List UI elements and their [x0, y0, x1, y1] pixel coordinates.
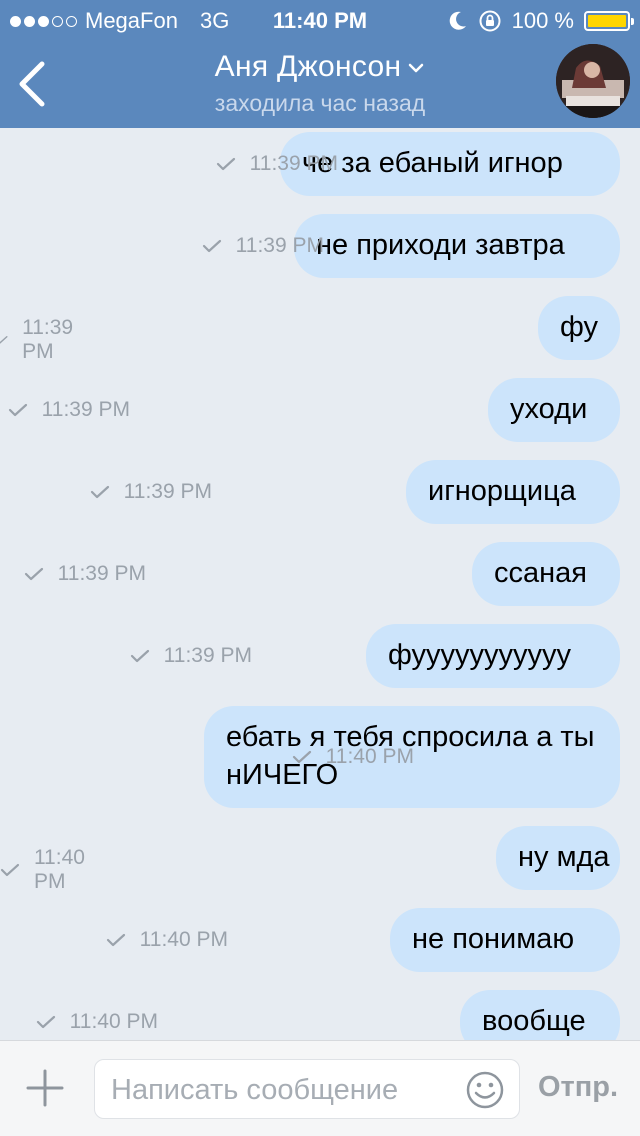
message-meta: 11:40 PM [0, 846, 122, 894]
message-time: 11:39 PM [249, 152, 338, 175]
chat-screen: MegaFon 3G 11:40 PM 100 % Аня Джонсон за… [0, 0, 640, 1136]
moon-icon [449, 11, 466, 30]
last-seen-status: заходила час назад [214, 90, 426, 116]
message-time: 11:39 PM [57, 562, 146, 585]
status-right: 100 % [448, 8, 634, 34]
message-bubble[interactable]: не приходи завтра [294, 214, 620, 278]
message-meta: 11:40 PM [106, 928, 228, 952]
plus-icon[interactable] [26, 1069, 64, 1107]
message-input-field[interactable] [94, 1059, 520, 1119]
message-meta: 11:39 PM [24, 562, 146, 586]
message-time: 11:39 PM [235, 234, 324, 257]
checkmark-icon [0, 336, 8, 344]
send-button[interactable]: Отпр. [538, 1071, 618, 1104]
smile-icon[interactable] [465, 1070, 505, 1110]
checkmark-icon [36, 1015, 55, 1029]
message-time: 11:40 PM [325, 745, 414, 768]
avatar-image [556, 44, 630, 118]
message-bubble[interactable]: не понимаю [390, 908, 620, 972]
message-meta: 11:39 PM [90, 480, 212, 504]
message-time: 11:40 PM [33, 846, 85, 893]
message-time: 11:39 PM [41, 398, 130, 421]
message-meta: 11:40 PM [292, 745, 414, 769]
checkmark-icon [0, 863, 20, 877]
checkmark-icon [202, 239, 221, 253]
message-meta: 11:39 PM [202, 234, 324, 258]
checkmark-icon [90, 485, 109, 499]
checkmark-icon [8, 403, 27, 417]
message-bubble[interactable]: фууууууууууу [366, 624, 620, 688]
contact-name-button[interactable]: Аня Джонсон [0, 50, 640, 84]
checkmark-icon [106, 933, 125, 947]
checkmark-icon [292, 750, 311, 764]
checkmark-icon [24, 567, 43, 581]
composer-bar: Отпр. [0, 1040, 640, 1136]
chevron-down-icon [409, 63, 424, 73]
message-bubble[interactable]: игнорщица [406, 460, 620, 524]
message-time: 11:39 PM [163, 644, 252, 667]
message-time: 11:39 PM [22, 316, 74, 363]
status-bar: MegaFon 3G 11:40 PM 100 % [0, 0, 640, 40]
message-input[interactable] [109, 1068, 453, 1112]
checkmark-icon [216, 157, 235, 171]
message-bubble[interactable]: ну мда [496, 826, 620, 890]
battery-icon [584, 11, 634, 31]
message-time: 11:40 PM [69, 1010, 158, 1033]
message-meta: 11:39 PM [0, 316, 80, 364]
message-bubble[interactable]: уходи [488, 378, 620, 442]
avatar[interactable] [556, 44, 630, 118]
navigation-bar: MegaFon 3G 11:40 PM 100 % Аня Джонсон за… [0, 0, 640, 128]
message-time: 11:39 PM [123, 480, 212, 503]
message-time: 11:40 PM [139, 928, 228, 951]
message-meta: 11:39 PM [8, 398, 130, 422]
message-meta: 11:39 PM [130, 644, 252, 668]
message-bubble[interactable]: вообще [460, 990, 620, 1040]
message-meta: 11:39 PM [216, 152, 338, 176]
message-list[interactable]: че за ебаный игнор 11:39 PM не приходи зав… [0, 128, 640, 1040]
checkmark-icon [130, 649, 149, 663]
battery-percent: 100 % [511, 8, 574, 33]
contact-name: Аня Джонсон [214, 50, 402, 83]
rotation-lock-icon [479, 10, 501, 32]
message-meta: 11:40 PM [36, 1010, 158, 1034]
message-bubble[interactable]: ссаная [472, 542, 620, 606]
message-bubble[interactable]: фу [538, 296, 620, 360]
